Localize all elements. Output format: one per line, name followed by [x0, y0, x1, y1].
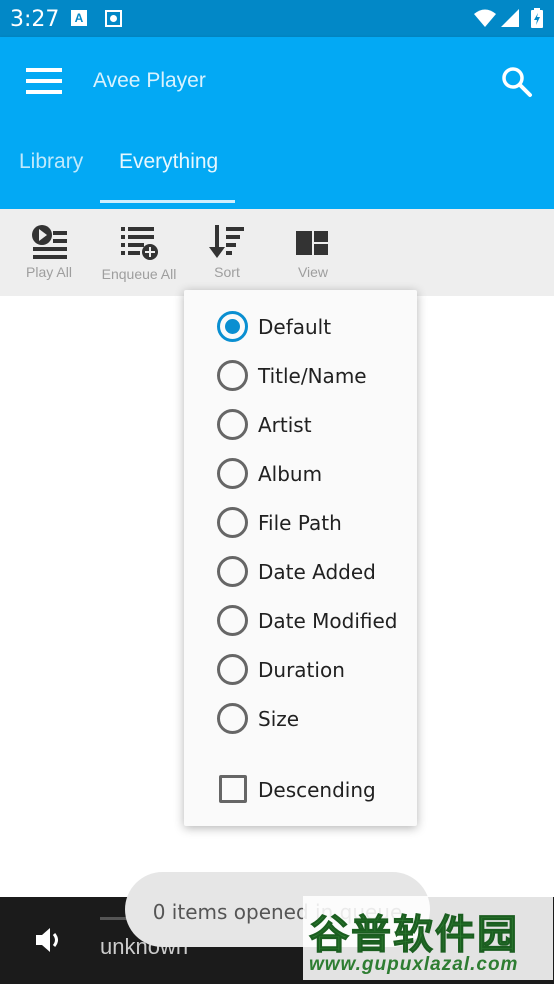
sort-icon	[209, 225, 244, 258]
tab-everything[interactable]: Everything	[119, 150, 218, 174]
enqueue-all-label: Enqueue All	[101, 266, 177, 282]
option-label: Album	[258, 462, 323, 486]
checkbox-unchecked-icon	[219, 775, 247, 803]
play-all-label: Play All	[26, 264, 72, 280]
enqueue-all-icon	[121, 227, 158, 260]
sort-option-duration[interactable]: Duration	[184, 646, 417, 692]
radio-unselected-icon	[217, 654, 248, 685]
status-time: 3:27	[10, 7, 60, 32]
radio-unselected-icon	[217, 458, 248, 489]
option-label: Duration	[258, 658, 345, 682]
volume-icon[interactable]	[34, 925, 66, 955]
radio-unselected-icon	[217, 703, 248, 734]
option-label: File Path	[258, 511, 342, 535]
action-toolbar: Play All Enqueue All Sort View	[0, 209, 554, 296]
option-label: Default	[258, 315, 332, 339]
sort-option-title-name[interactable]: Title/Name	[184, 352, 417, 398]
app-title: Avee Player	[93, 69, 206, 92]
tab-indicator	[100, 200, 235, 203]
sort-option-date-modified[interactable]: Date Modified	[184, 597, 417, 643]
option-label: Title/Name	[258, 364, 367, 388]
watermark-logo: 谷普软件园 www.gupuxlazal.com	[303, 896, 553, 980]
descending-checkbox[interactable]: Descending	[184, 766, 417, 812]
app-bar: Avee Player	[0, 37, 554, 123]
status-bar: 3:27 A	[0, 0, 554, 37]
sort-label: Sort	[214, 264, 240, 280]
radio-unselected-icon	[217, 409, 248, 440]
sort-option-default[interactable]: Default	[184, 303, 417, 349]
view-button[interactable]: View	[290, 209, 336, 296]
option-label: Size	[258, 707, 300, 731]
cell-signal-icon	[501, 9, 519, 27]
battery-icon	[531, 8, 543, 28]
view-icon	[296, 231, 328, 255]
sort-option-file-path[interactable]: File Path	[184, 499, 417, 545]
sort-option-artist[interactable]: Artist	[184, 401, 417, 447]
descending-label: Descending	[258, 778, 376, 802]
play-all-button[interactable]: Play All	[18, 209, 80, 296]
enqueue-all-button[interactable]: Enqueue All	[98, 209, 180, 296]
radio-selected-icon	[217, 311, 248, 342]
radio-unselected-icon	[217, 360, 248, 391]
tab-bar: Library Everything	[0, 123, 554, 209]
option-label: Date Added	[258, 560, 376, 584]
radio-unselected-icon	[217, 605, 248, 636]
option-label: Artist	[258, 413, 312, 437]
wifi-icon	[474, 9, 496, 27]
hamburger-menu-icon[interactable]	[26, 68, 62, 94]
sort-option-album[interactable]: Album	[184, 450, 417, 496]
sort-options-menu: Default Title/Name Artist Album File Pat…	[184, 290, 417, 826]
search-icon[interactable]	[500, 65, 534, 99]
sort-option-date-added[interactable]: Date Added	[184, 548, 417, 594]
sort-button[interactable]: Sort	[202, 209, 252, 296]
sort-option-size[interactable]: Size	[184, 695, 417, 741]
tab-library[interactable]: Library	[19, 150, 83, 174]
view-label: View	[297, 264, 329, 280]
notification-a-icon: A	[71, 10, 87, 26]
watermark-name: 谷普软件园	[309, 912, 519, 959]
play-all-icon	[32, 225, 67, 259]
option-label: Date Modified	[258, 609, 398, 633]
radio-unselected-icon	[217, 556, 248, 587]
radio-unselected-icon	[217, 507, 248, 538]
screen-record-icon	[105, 10, 122, 27]
watermark-url: www.gupuxlazal.com	[309, 954, 519, 975]
